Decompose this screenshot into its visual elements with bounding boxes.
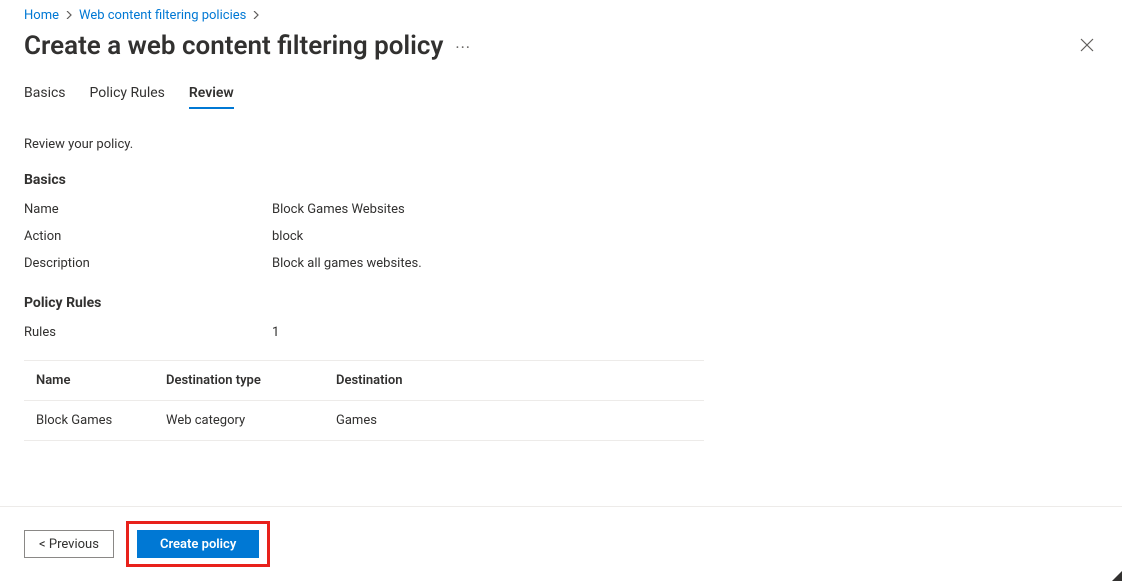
chevron-right-icon — [252, 9, 260, 22]
more-icon[interactable]: ··· — [455, 40, 471, 56]
tab-review[interactable]: Review — [189, 85, 234, 109]
create-policy-button[interactable]: Create policy — [137, 530, 259, 558]
cell-rule-name: Block Games — [36, 413, 166, 428]
label-name: Name — [24, 202, 272, 217]
policy-rules-summary: Rules 1 — [24, 325, 1098, 340]
rules-table: Name Destination type Destination Block … — [24, 360, 704, 441]
value-description: Block all games websites. — [272, 256, 1098, 271]
col-header-name: Name — [36, 373, 166, 388]
col-header-dest-type: Destination type — [166, 373, 336, 388]
tab-basics[interactable]: Basics — [24, 85, 66, 109]
label-action: Action — [24, 229, 272, 244]
close-icon — [1080, 38, 1094, 52]
value-name: Block Games Websites — [272, 202, 1098, 217]
cell-rule-destination: Games — [336, 413, 692, 428]
label-description: Description — [24, 256, 272, 271]
cell-rule-dest-type: Web category — [166, 413, 336, 428]
label-rules: Rules — [24, 325, 272, 340]
footer-bar: < Previous Create policy — [0, 506, 1122, 581]
value-action: block — [272, 229, 1098, 244]
section-heading-basics: Basics — [24, 172, 1098, 188]
value-rules-count: 1 — [272, 325, 1098, 340]
basics-summary: Name Block Games Websites Action block D… — [24, 202, 1098, 271]
highlight-annotation: Create policy — [126, 521, 270, 567]
tabs: Basics Policy Rules Review — [24, 85, 1098, 109]
breadcrumb-policies[interactable]: Web content filtering policies — [79, 8, 246, 23]
breadcrumb-home[interactable]: Home — [24, 8, 59, 23]
intro-text: Review your policy. — [24, 137, 1098, 152]
resize-handle-icon[interactable] — [1112, 571, 1122, 581]
col-header-destination: Destination — [336, 373, 692, 388]
close-button[interactable] — [1076, 33, 1098, 59]
section-heading-policy-rules: Policy Rules — [24, 295, 1098, 311]
table-row: Block Games Web category Games — [24, 401, 704, 441]
tab-policy-rules[interactable]: Policy Rules — [90, 85, 165, 109]
breadcrumb: Home Web content filtering policies — [24, 8, 1098, 23]
previous-button[interactable]: < Previous — [24, 530, 114, 558]
page-title: Create a web content filtering policy — [24, 31, 443, 61]
chevron-right-icon — [65, 9, 73, 22]
